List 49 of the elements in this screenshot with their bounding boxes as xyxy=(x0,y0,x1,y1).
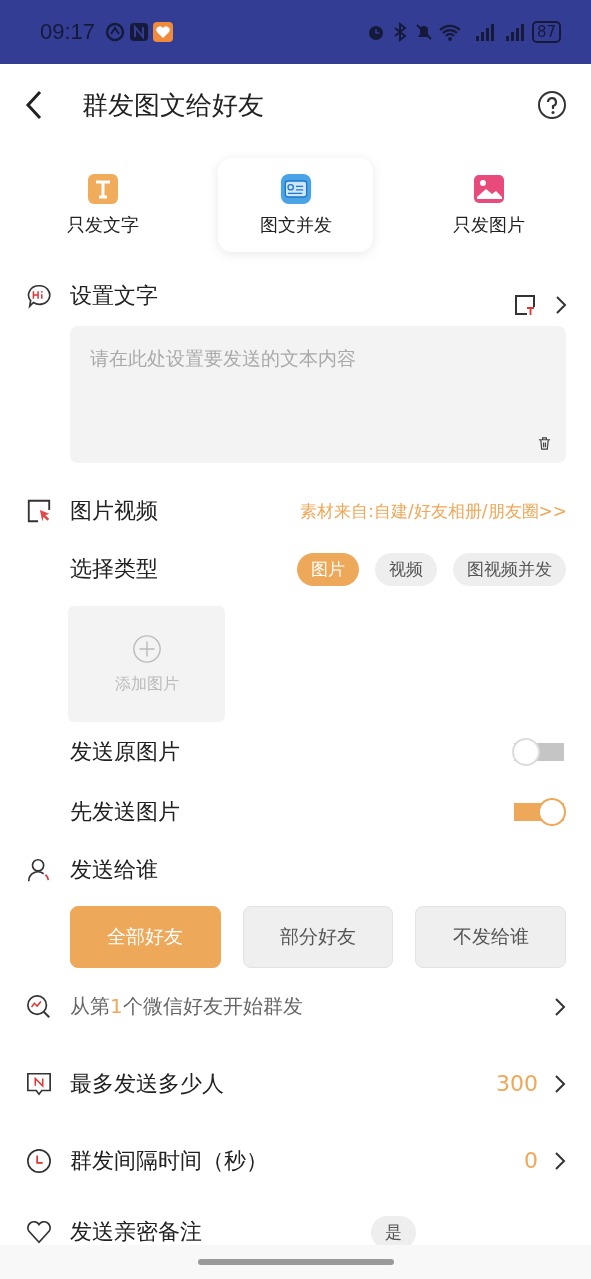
start-position-text: 从第1个微信好友开始群发 xyxy=(70,993,303,1020)
setting-label: 最多发送多少人 xyxy=(70,1069,224,1098)
add-image-label: 添加图片 xyxy=(114,673,179,695)
mode-tab[interactable]: 只发图片 xyxy=(411,158,566,252)
type-chip[interactable]: 图视频并发 xyxy=(453,552,566,586)
section-title: 图片视频 xyxy=(70,497,158,525)
section-title: 设置文字 xyxy=(70,282,158,310)
image-icon xyxy=(472,173,505,205)
trash-icon[interactable] xyxy=(537,436,552,451)
n-message-icon xyxy=(26,1070,52,1097)
heart-icon xyxy=(26,1219,52,1245)
bell-muted-icon xyxy=(413,22,434,42)
nfc-icon xyxy=(129,22,150,42)
page-title: 群发图文给好友 xyxy=(82,88,265,122)
card-image-icon xyxy=(279,173,312,205)
person-icon xyxy=(26,857,52,883)
back-icon[interactable] xyxy=(24,89,44,121)
type-chip[interactable]: 视频 xyxy=(375,552,437,586)
setting-value: 0 xyxy=(524,1148,538,1173)
cursor-frame-icon xyxy=(26,498,52,524)
chevron-right-icon xyxy=(554,996,566,1017)
mode-tab[interactable]: 图文并发 xyxy=(218,158,373,252)
toggle-label: 发送原图片 xyxy=(70,738,180,766)
heart-app-icon xyxy=(153,22,174,42)
setting-row[interactable]: 从第1个微信好友开始群发 xyxy=(0,968,591,1045)
battery-level: 87 xyxy=(531,21,561,43)
text-template-icon[interactable] xyxy=(513,293,537,317)
type-label: 选择类型 xyxy=(70,555,158,583)
setting-value: 300 xyxy=(496,1071,538,1096)
recipient-option[interactable]: 部分好友 xyxy=(242,906,394,968)
recipient-option[interactable]: 不发给谁 xyxy=(415,906,566,968)
setting-row[interactable]: 最多发送多少人 300 xyxy=(0,1045,591,1122)
search-chart-icon xyxy=(26,993,52,1020)
toggle-label: 先发送图片 xyxy=(70,798,180,826)
setting-row[interactable]: 群发间隔时间（秒） 0 xyxy=(0,1122,591,1199)
clock-time: 09:17 xyxy=(40,19,96,45)
text-t-icon xyxy=(86,173,119,205)
hi-chat-icon xyxy=(26,283,52,309)
chevron-right-icon xyxy=(554,1073,566,1094)
help-icon[interactable] xyxy=(537,90,567,120)
section-title: 发送给谁 xyxy=(70,856,158,884)
setting-label: 发送亲密备注 xyxy=(70,1218,202,1246)
chevron-right-icon xyxy=(554,1150,566,1171)
text-input-field[interactable]: 请在此处设置要发送的文本内容 xyxy=(70,326,566,463)
setting-label: 群发间隔时间（秒） xyxy=(70,1146,268,1175)
mode-tab[interactable]: 只发文字 xyxy=(25,158,180,252)
chevron-right-icon[interactable] xyxy=(555,295,567,315)
clock-icon xyxy=(26,1147,52,1174)
plus-icon xyxy=(131,633,162,664)
